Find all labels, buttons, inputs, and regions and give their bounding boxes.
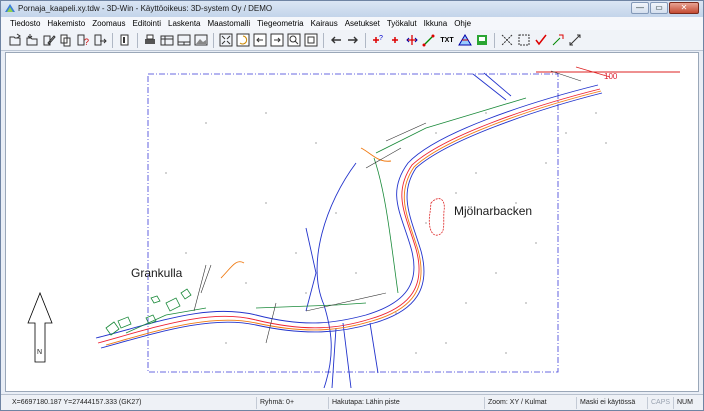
layout-icon[interactable]: [176, 32, 192, 48]
north-arrow-label: N: [37, 349, 43, 356]
add-point-icon[interactable]: [387, 32, 403, 48]
status-zoom: Zoom: XY / Kulmat: [484, 397, 547, 409]
status-caps: CAPS: [647, 397, 670, 409]
hill-outline: [428, 198, 445, 236]
menu-tiegeometria[interactable]: Tiegeometria: [254, 17, 307, 30]
title-bar[interactable]: Pornaja_kaapeli.xy.tdw - 3D-Win - Käyttö…: [1, 1, 703, 17]
menu-editointi[interactable]: Editointi: [130, 17, 165, 30]
status-mask: Maski ei käytössä: [576, 397, 635, 409]
pan-left-icon[interactable]: [252, 32, 268, 48]
status-group: Ryhmä: 0+: [256, 397, 294, 409]
map-frame: [147, 73, 559, 373]
map-drawing: [27, 66, 680, 389]
toolbar-separator: [323, 32, 324, 48]
map-label-granskulla: Grankulla: [131, 266, 183, 280]
application-window: Pornaja_kaapeli.xy.tdw - 3D-Win - Käyttö…: [0, 0, 704, 411]
menu-ohje[interactable]: Ohje: [451, 17, 475, 30]
menu-kairaus[interactable]: Kairaus: [308, 17, 342, 30]
map-label-mjolnarbacken: Mjölnarbacken: [454, 204, 533, 218]
select-window-icon[interactable]: [516, 32, 532, 48]
point-query-icon[interactable]: ?: [370, 32, 386, 48]
minimize-button[interactable]: —: [631, 2, 649, 14]
zoom-in-icon[interactable]: [286, 32, 302, 48]
text-tool-button[interactable]: TXT: [438, 32, 456, 48]
toolbar-separator: [365, 32, 366, 48]
check-line-icon[interactable]: [533, 32, 549, 48]
status-num: NUM: [673, 397, 693, 409]
menu-ikkuna[interactable]: Ikkuna: [421, 17, 452, 30]
edit-file-icon[interactable]: [41, 32, 57, 48]
surface-model-icon[interactable]: [457, 32, 473, 48]
menu-laskenta[interactable]: Laskenta: [165, 17, 204, 30]
menu-hakemisto[interactable]: Hakemisto: [44, 17, 89, 30]
select-crossing-icon[interactable]: [499, 32, 515, 48]
stretch-icon[interactable]: [567, 32, 583, 48]
forward-arrow-icon[interactable]: [345, 32, 361, 48]
toolbar-separator: [112, 32, 113, 48]
pan-right-icon[interactable]: [269, 32, 285, 48]
window-controls: — ▭ ✕: [630, 2, 699, 14]
green-model-icon[interactable]: [474, 32, 490, 48]
zoom-dynamic-icon[interactable]: [235, 32, 251, 48]
window-title: Pornaja_kaapeli.xy.tdw - 3D-Win - Käyttö…: [18, 4, 273, 13]
menu-zoomaus[interactable]: Zoomaus: [89, 17, 129, 30]
copy-file-icon[interactable]: [58, 32, 74, 48]
table-icon[interactable]: [159, 32, 175, 48]
pick-icon[interactable]: [550, 32, 566, 48]
image-icon[interactable]: [193, 32, 209, 48]
help-file-icon[interactable]: ?: [75, 32, 91, 48]
export-file-icon[interactable]: [92, 32, 108, 48]
svg-text:?: ?: [379, 35, 383, 42]
move-point-icon[interactable]: [404, 32, 420, 48]
menu-tyokalut[interactable]: Työkalut: [384, 17, 421, 30]
map-canvas[interactable]: Grankulla Mjölnarbacken N 100: [5, 52, 699, 392]
save-file-icon[interactable]: [24, 32, 40, 48]
back-arrow-icon[interactable]: [328, 32, 344, 48]
scale-label: 100: [604, 72, 618, 81]
status-bar: X=6697180.187 Y=27444157.333 (GK27) Ryhm…: [1, 394, 703, 410]
close-button[interactable]: ✕: [669, 2, 699, 14]
measure-line-icon[interactable]: [421, 32, 437, 48]
new-window-icon[interactable]: [117, 32, 133, 48]
status-coordinates: X=6697180.187 Y=27444157.333 (GK27): [12, 399, 142, 406]
print-icon[interactable]: [142, 32, 158, 48]
app-icon: [5, 4, 15, 12]
menu-tiedosto[interactable]: Tiedosto: [7, 17, 44, 30]
survey-points: [165, 112, 607, 354]
maximize-button[interactable]: ▭: [650, 2, 668, 14]
toolbar: ? ? TXT: [1, 30, 703, 51]
menu-bar: Tiedosto Hakemisto Zoomaus Editointi Las…: [1, 17, 703, 30]
zoom-extents-icon[interactable]: [218, 32, 234, 48]
menu-asetukset[interactable]: Asetukset: [342, 17, 384, 30]
toolbar-separator: [494, 32, 495, 48]
status-search-mode: Hakutapa: Lähin piste: [328, 397, 400, 409]
toolbar-separator: [137, 32, 138, 48]
svg-text:?: ?: [84, 37, 89, 47]
road-outlines: [95, 72, 603, 389]
zoom-out-icon[interactable]: [303, 32, 319, 48]
menu-maastomalli[interactable]: Maastomalli: [204, 17, 254, 30]
toolbar-separator: [213, 32, 214, 48]
open-file-icon[interactable]: [7, 32, 23, 48]
